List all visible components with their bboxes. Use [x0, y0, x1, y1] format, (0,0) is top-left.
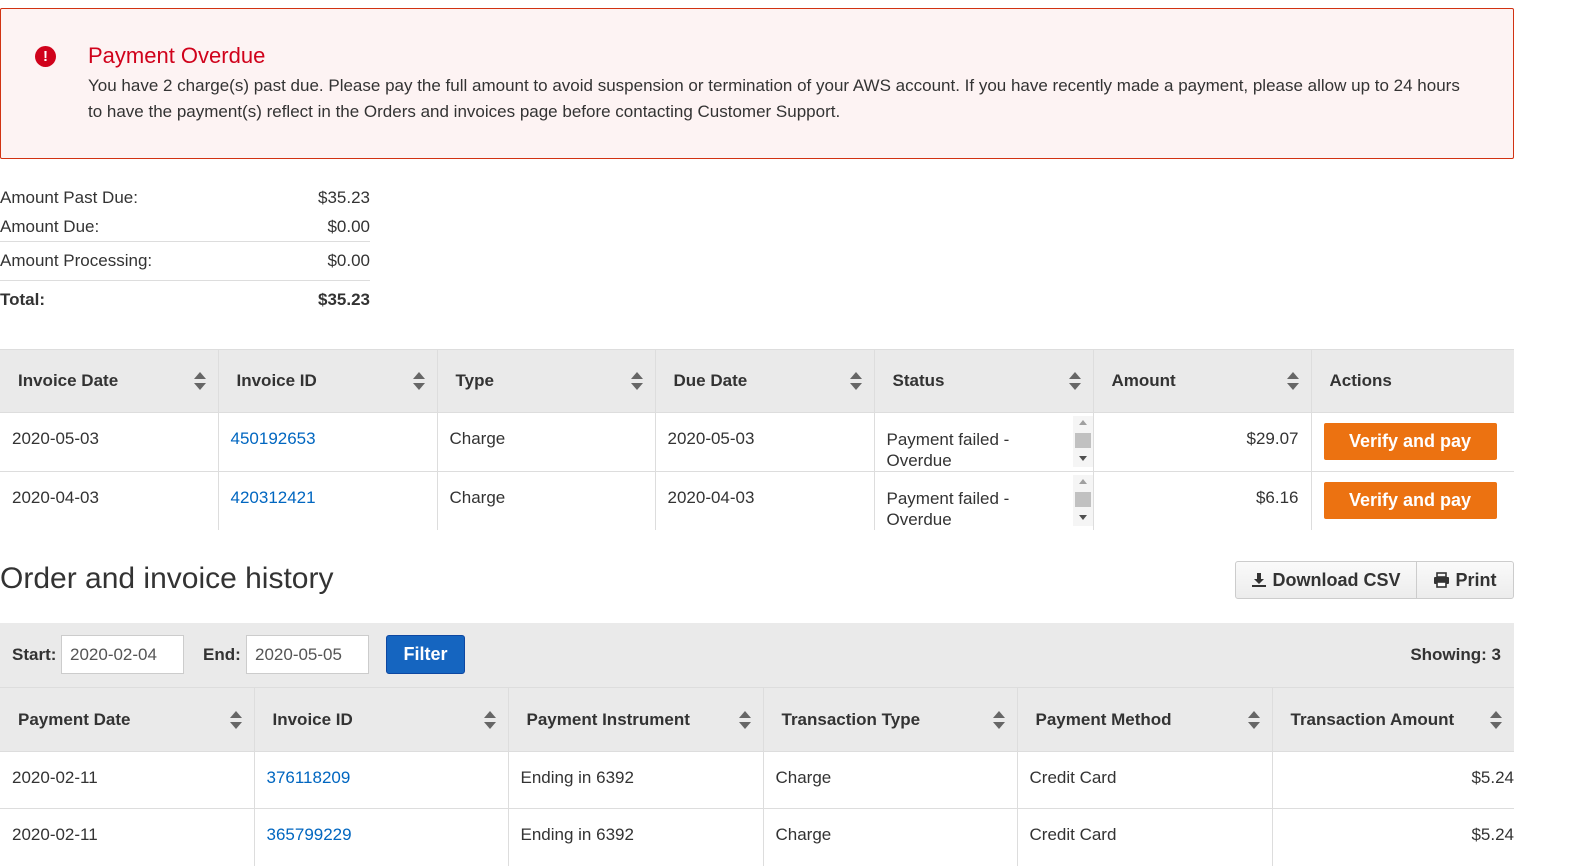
invoice-id-link[interactable]: 365799229 [267, 825, 352, 844]
table-row: 2020-02-11 376118209 Ending in 6392 Char… [0, 751, 1514, 809]
total-label: Total: [0, 290, 46, 309]
history-table: Payment Date Invoice ID Payment Instrume… [0, 687, 1514, 866]
sort-icon[interactable] [412, 371, 425, 391]
invoice-type: Charge [436, 471, 655, 530]
amount-processing-row: Amount Processing: $0.00 [0, 241, 370, 280]
payment-method: Credit Card [1016, 751, 1272, 809]
history-header-row: Payment Date Invoice ID Payment Instrume… [0, 687, 1514, 752]
invoice-id-link[interactable]: 376118209 [267, 768, 351, 787]
total-row: Total: $35.23 [0, 280, 370, 319]
status-scrollbar[interactable] [1072, 475, 1093, 526]
transaction-amount: $5.24 [1271, 808, 1514, 866]
col-actions: Actions [1310, 349, 1514, 413]
amount-due-row: Amount Due: $0.00 [0, 212, 370, 241]
print-label: Print [1455, 569, 1497, 590]
invoices-table: Invoice Date Invoice ID Type Due Date St… [0, 349, 1514, 530]
total-value: $35.23 [318, 290, 370, 309]
start-label: Start: [12, 645, 57, 664]
sort-icon[interactable] [992, 710, 1005, 730]
sort-icon[interactable] [630, 371, 643, 391]
scroll-thumb[interactable] [1074, 492, 1091, 507]
verify-and-pay-button[interactable]: Verify and pay [1323, 423, 1497, 460]
invoices-header-row: Invoice Date Invoice ID Type Due Date St… [0, 349, 1514, 413]
amount-summary: Amount Past Due: $35.23 Amount Due: $0.0… [0, 183, 370, 319]
amount-processing-value: $0.00 [327, 251, 370, 270]
amount-past-due-row: Amount Past Due: $35.23 [0, 183, 370, 212]
sort-icon[interactable] [1490, 710, 1502, 730]
transaction-type: Charge [762, 751, 1017, 809]
end-label: End: [203, 645, 241, 664]
amount-processing-label: Amount Processing: [0, 251, 153, 270]
status-text: Payment failed - Overdue [886, 489, 1010, 529]
status-scrollbar[interactable] [1072, 416, 1093, 467]
start-date-input[interactable] [61, 635, 184, 674]
col-amount[interactable]: Amount [1092, 349, 1311, 413]
print-button[interactable]: Print [1417, 562, 1513, 598]
payment-date: 2020-02-11 [0, 751, 254, 809]
history-title: Order and invoice history [0, 562, 334, 595]
amount-past-due-label: Amount Past Due: [0, 187, 138, 207]
scroll-up-icon[interactable] [1078, 479, 1087, 484]
table-row: 2020-02-11 365799229 Ending in 6392 Char… [0, 808, 1514, 866]
col-payment-method[interactable]: Payment Method [1016, 687, 1272, 752]
col-payment-instrument[interactable]: Payment Instrument [507, 687, 763, 752]
invoice-date: 2020-05-03 [0, 412, 218, 472]
scroll-thumb[interactable] [1074, 433, 1091, 448]
alert-title: Payment Overdue [88, 43, 266, 68]
sort-icon[interactable] [1068, 371, 1081, 391]
sort-icon[interactable] [1247, 710, 1260, 730]
export-button-group: Download CSV Print [1235, 561, 1514, 599]
transaction-amount: $5.24 [1271, 751, 1514, 809]
col-payment-date[interactable]: Payment Date [0, 687, 254, 752]
sort-icon[interactable] [483, 710, 496, 730]
col-due-date[interactable]: Due Date [654, 349, 874, 413]
scroll-down-icon[interactable] [1078, 456, 1087, 461]
table-row: 2020-04-03 420312421 Charge 2020-04-03 P… [0, 471, 1514, 530]
amount-due-label: Amount Due: [0, 216, 100, 236]
payment-method: Credit Card [1016, 808, 1272, 866]
verify-and-pay-button[interactable]: Verify and pay [1323, 482, 1497, 519]
payment-date: 2020-02-11 [0, 808, 254, 866]
scroll-down-icon[interactable] [1078, 515, 1087, 520]
filter-bar: Start: End: Filter Showing: 3 [0, 623, 1514, 687]
showing-count: Showing: 3 [1410, 645, 1501, 664]
col-invoice-id[interactable]: Invoice ID [217, 349, 437, 413]
due-date: 2020-05-03 [654, 412, 874, 472]
end-date-input[interactable] [246, 635, 369, 674]
status-text: Payment failed - Overdue [886, 430, 1010, 470]
col-status[interactable]: Status [873, 349, 1093, 413]
amount-due-value: $0.00 [327, 216, 370, 236]
invoice-amount: $29.07 [1092, 412, 1311, 472]
invoice-id-link[interactable]: 450192653 [231, 429, 316, 448]
sort-icon[interactable] [1286, 371, 1299, 391]
invoice-id-link[interactable]: 420312421 [231, 488, 316, 507]
sort-icon[interactable] [738, 710, 751, 730]
payment-instrument: Ending in 6392 [507, 808, 763, 866]
due-date: 2020-04-03 [654, 471, 874, 530]
sort-icon[interactable] [193, 371, 206, 391]
amount-past-due-value: $35.23 [318, 187, 370, 207]
filter-button[interactable]: Filter [386, 635, 465, 674]
exclamation-circle-icon: ! [35, 46, 56, 67]
col-transaction-amount[interactable]: Transaction Amount [1271, 687, 1514, 752]
invoice-type: Charge [436, 412, 655, 472]
col-history-invoice-id[interactable]: Invoice ID [253, 687, 508, 752]
scroll-up-icon[interactable] [1078, 420, 1087, 425]
table-row: 2020-05-03 450192653 Charge 2020-05-03 P… [0, 412, 1514, 472]
download-icon [1252, 573, 1267, 587]
print-icon [1434, 572, 1450, 588]
download-csv-label: Download CSV [1272, 569, 1401, 590]
alert-message: You have 2 charge(s) past due. Please pa… [88, 76, 1460, 121]
invoice-amount: $6.16 [1092, 471, 1311, 530]
download-csv-button[interactable]: Download CSV [1236, 562, 1417, 598]
payment-instrument: Ending in 6392 [507, 751, 763, 809]
col-invoice-date[interactable]: Invoice Date [0, 349, 218, 413]
transaction-type: Charge [762, 808, 1017, 866]
col-transaction-type[interactable]: Transaction Type [762, 687, 1017, 752]
payment-overdue-alert: ! Payment Overdue You have 2 charge(s) p… [0, 8, 1514, 159]
col-type[interactable]: Type [436, 349, 655, 413]
sort-icon[interactable] [849, 371, 862, 391]
invoice-date: 2020-04-03 [0, 471, 218, 530]
sort-icon[interactable] [229, 710, 242, 730]
